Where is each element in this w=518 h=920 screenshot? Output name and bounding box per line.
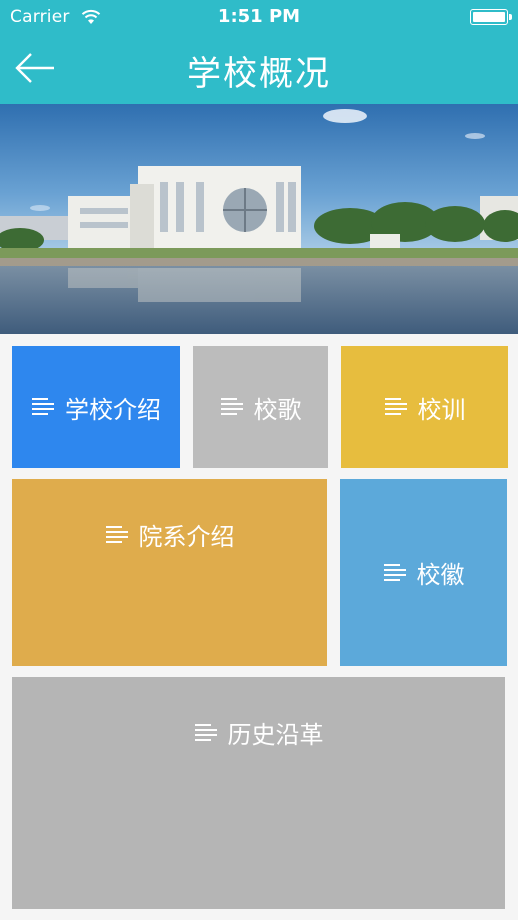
list-lines-icon: [194, 723, 217, 741]
list-lines-icon: [383, 563, 406, 581]
tile-label: 校歌: [253, 395, 302, 424]
status-time: 1:51 PM: [217, 6, 301, 27]
tile-departments[interactable]: 院系介绍: [12, 479, 327, 666]
list-lines-icon: [220, 398, 243, 415]
tile-label: 历史沿革: [227, 721, 324, 749]
campus-banner-image: [0, 104, 518, 334]
tile-school-song[interactable]: 校歌: [193, 346, 328, 468]
nav-bar: 学校概况: [0, 34, 518, 104]
list-lines-icon: [32, 398, 54, 415]
tile-label: 院系介绍: [138, 523, 235, 551]
tile-school-intro[interactable]: 学校介绍: [12, 346, 180, 468]
tile-history[interactable]: 历史沿革: [12, 677, 505, 909]
tile-school-motto[interactable]: 校训: [341, 346, 508, 468]
tile-label: 学校介绍: [65, 395, 161, 424]
page-title: 学校概况: [187, 54, 331, 94]
tile-school-emblem[interactable]: 校徽: [340, 479, 507, 666]
tile-label: 校徽: [416, 561, 465, 589]
tile-label: 校训: [417, 395, 466, 424]
battery-icon: [470, 9, 512, 25]
status-bar: Carrier 1:51 PM: [0, 0, 518, 34]
list-lines-icon: [105, 525, 128, 543]
app-header: Carrier 1:51 PM 学校概况: [0, 0, 518, 104]
list-lines-icon: [384, 398, 407, 415]
